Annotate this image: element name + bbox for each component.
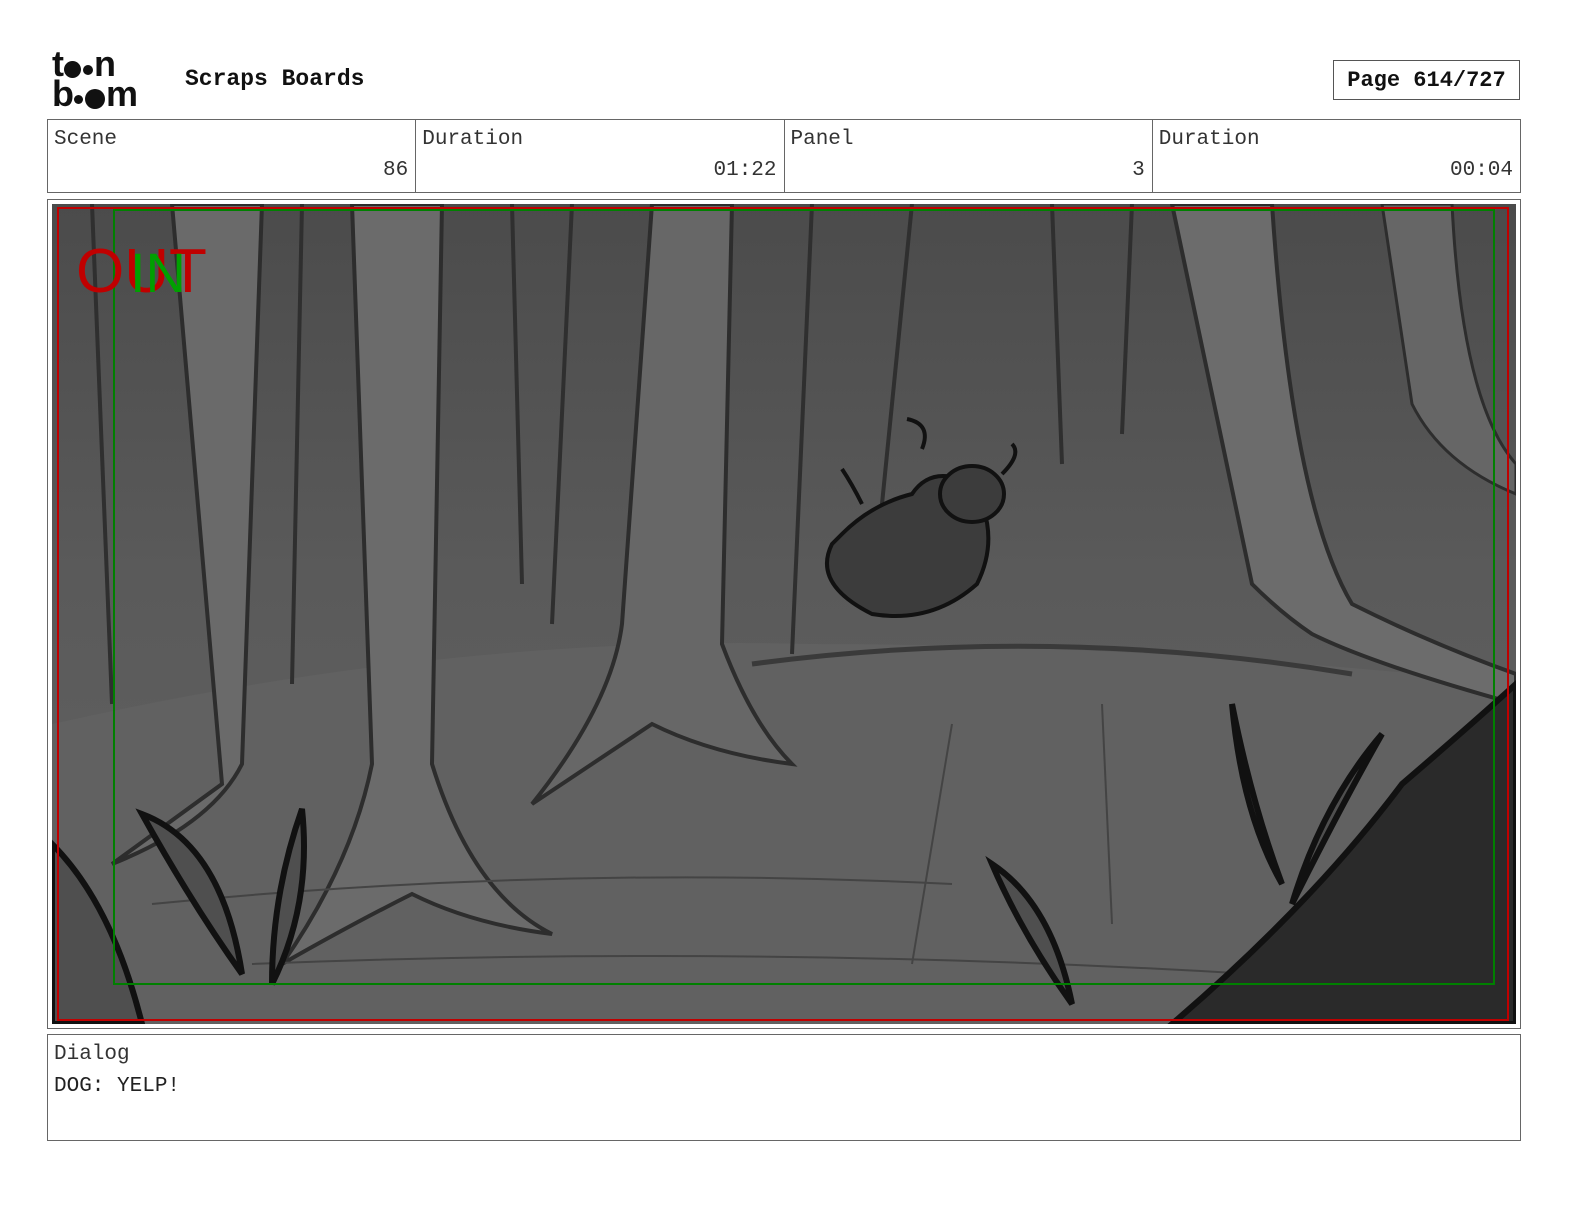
scene-cell: Scene 86: [48, 120, 417, 192]
scene-duration-cell: Duration 01:22: [416, 120, 785, 192]
dialog-box: Dialog DOG: YELP!: [47, 1034, 1521, 1141]
scene-value: 86: [383, 159, 409, 182]
scene-label: Scene: [54, 128, 118, 151]
panel-duration-cell: Duration 00:04: [1153, 120, 1520, 192]
in-marker: IN: [130, 241, 186, 304]
scene-duration-label: Duration: [422, 128, 524, 151]
storyboard-panel-image: OUT IN: [52, 204, 1516, 1024]
panel-duration-value: 00:04: [1449, 159, 1513, 182]
panel-label: Panel: [790, 128, 854, 151]
panel-duration-label: Duration: [1158, 128, 1260, 151]
dialog-label: Dialog: [54, 1043, 130, 1066]
panel-cell: Panel 3: [785, 120, 1153, 192]
dialog-text: DOG: YELP!: [54, 1075, 181, 1098]
forest-sketch: OUT IN: [52, 204, 1516, 1024]
page-number: Page 614/727: [1333, 60, 1520, 100]
toon-boom-logo: tn bm: [52, 46, 164, 114]
panel-value: 3: [1132, 159, 1145, 182]
scene-duration-value: 01:22: [713, 159, 777, 182]
logo-bottom-row: bm: [52, 73, 138, 114]
document-title: Scraps Boards: [185, 66, 365, 92]
info-row: Scene 86 Duration 01:22 Panel 3 Duration…: [47, 119, 1521, 193]
